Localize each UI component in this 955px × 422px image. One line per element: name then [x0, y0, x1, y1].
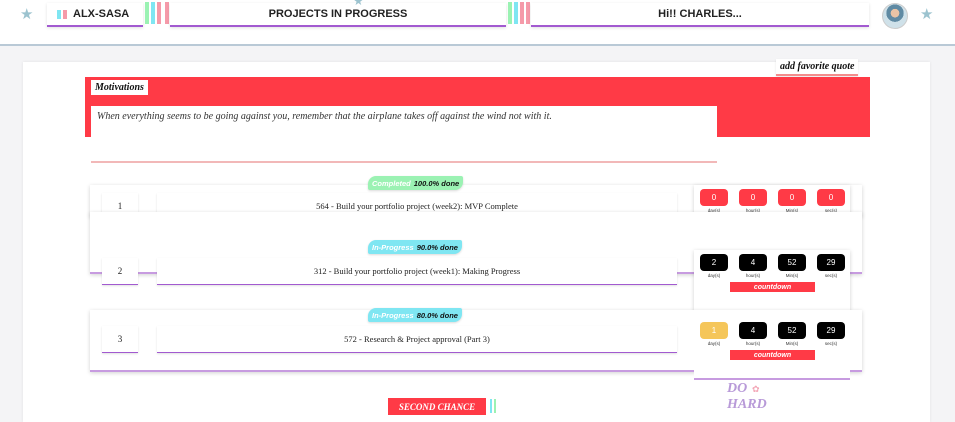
logo-mark-icon: [57, 9, 61, 19]
days-label: day(s): [707, 341, 721, 346]
top-navbar: ★ ALX-SASA PROJECTS IN PROGRESS ★ Hi!! C…: [0, 0, 955, 46]
decor-bar: [520, 2, 524, 24]
mins-value: 52: [778, 254, 806, 271]
brand-name: ALX-SASA: [73, 8, 130, 20]
hours-value: 4: [739, 322, 767, 339]
second-chance-button[interactable]: SECOND CHANCE: [388, 398, 486, 415]
status-percent: 80.0% done: [416, 310, 458, 320]
status-badge: Completed 100.0% done: [368, 176, 464, 190]
days-value: 2: [700, 254, 728, 271]
days-value: 1: [700, 322, 728, 339]
status-percent: 90.0% done: [416, 242, 458, 252]
countdown-days: 1 day(s): [700, 322, 728, 346]
hours-value: 4: [739, 254, 767, 271]
project-index: 2: [102, 258, 138, 285]
secs-value: 29: [817, 322, 845, 339]
mins-label: Min(s): [785, 273, 799, 278]
brand-logo[interactable]: ALX-SASA: [47, 3, 143, 27]
secs-value: 29: [817, 254, 845, 271]
status-badge: In-Progress 80.0% done: [368, 308, 462, 322]
motivation-quote: When everything seems to be going agains…: [91, 106, 717, 163]
countdown-mins: 52 Min(s): [778, 254, 806, 278]
greeting: Hi!! CHARLES...: [531, 3, 869, 27]
hours-value: 0: [739, 189, 767, 206]
mins-value: 0: [778, 189, 806, 206]
status-badge: In-Progress 90.0% done: [368, 240, 462, 254]
countdown-hours: 4 hour(s): [739, 254, 767, 278]
status-percent: 100.0% done: [413, 178, 460, 188]
countdown-mins: 52 Min(s): [778, 322, 806, 346]
user-avatar[interactable]: [882, 3, 908, 29]
countdown-secs: 0 sec(s): [817, 189, 845, 213]
days-value: 0: [700, 189, 728, 206]
decor-bar: [526, 2, 530, 24]
countdown-days: 2 day(s): [700, 254, 728, 278]
star-icon: ★: [920, 7, 934, 23]
countdown-secs: 29 sec(s): [817, 254, 845, 278]
secs-value: 0: [817, 189, 845, 206]
mins-value: 52: [778, 322, 806, 339]
countdown-panel: 1 day(s) 4 hour(s) 52 Min(s) 29 sec(s) c…: [694, 318, 850, 380]
countdown-hours: 0 hour(s): [739, 189, 767, 213]
decor-bar: [157, 2, 161, 24]
decor-bar: [514, 2, 518, 24]
decor-bar: [490, 399, 492, 413]
decor-bar: [494, 399, 496, 413]
countdown-mins: 0 Min(s): [778, 189, 806, 213]
secs-label: sec(s): [824, 341, 838, 346]
countdown-hours: 4 hour(s): [739, 322, 767, 346]
secs-label: sec(s): [824, 273, 838, 278]
star-icon: ★: [353, 0, 364, 8]
hours-label: hour(s): [745, 273, 761, 278]
project-task[interactable]: 312 - Build your portfolio project (week…: [157, 258, 677, 285]
logo-mark-icon: [63, 9, 67, 19]
decor-bar: [151, 2, 155, 24]
decor-bar: [145, 2, 149, 24]
status-text: In-Progress: [372, 310, 414, 320]
flower-icon: ✿: [752, 384, 760, 394]
add-favorite-quote-button[interactable]: add favorite quote: [776, 59, 859, 76]
decor-bar: [508, 2, 512, 24]
countdown-button[interactable]: countdown: [730, 350, 815, 360]
countdown-days: 0 day(s): [700, 189, 728, 213]
project-task[interactable]: 572 - Research & Project approval (Part …: [157, 326, 677, 353]
motto-line: HARD: [727, 397, 767, 412]
decor-bar: [165, 2, 169, 24]
mins-label: Min(s): [785, 341, 799, 346]
countdown-panel: 2 day(s) 4 hour(s) 52 Min(s) 29 sec(s) c…: [694, 250, 850, 312]
motto-text: DO HARD: [727, 381, 767, 413]
page-title: PROJECTS IN PROGRESS: [170, 3, 506, 27]
motto-line: DO: [727, 381, 748, 396]
countdown-secs: 29 sec(s): [817, 322, 845, 346]
status-text: In-Progress: [372, 242, 414, 252]
hours-label: hour(s): [745, 341, 761, 346]
motivation-label: Motivations: [91, 80, 148, 95]
project-index: 3: [102, 326, 138, 353]
star-icon: ★: [20, 7, 34, 23]
days-label: day(s): [707, 273, 721, 278]
countdown-button[interactable]: countdown: [730, 282, 815, 292]
status-text: Completed: [372, 178, 411, 188]
